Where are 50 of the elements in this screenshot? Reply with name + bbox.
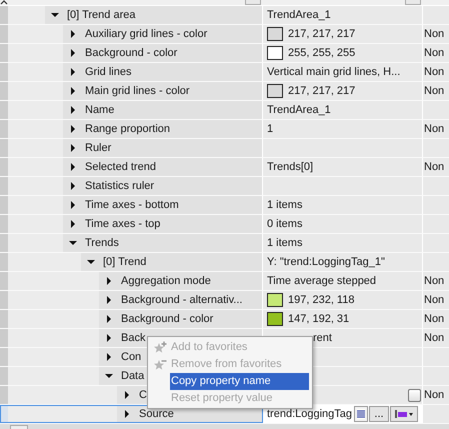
property-extra: Non: [424, 85, 444, 97]
property-name: [0] Trend: [103, 256, 146, 268]
property-value: 147, 192, 31: [288, 313, 350, 325]
property-value: Y: "trend:LoggingTag_1": [267, 256, 385, 268]
property-extra: Non: [424, 332, 444, 344]
property-name: Grid lines: [85, 66, 132, 78]
property-name: Ruler: [85, 142, 112, 154]
property-value: 1 items: [267, 199, 302, 211]
property-value: trend:LoggingTag: [267, 408, 352, 420]
property-name: Time axes - top: [85, 218, 160, 230]
property-name: Selected trend: [85, 161, 156, 173]
property-extra: Non: [424, 123, 444, 135]
property-value: Trends[0]: [267, 161, 314, 173]
property-name: Source: [139, 408, 174, 420]
property-value: 255, 255, 255: [288, 47, 356, 59]
property-name: [0] Trend area: [67, 9, 136, 21]
property-value: Time average stepped: [267, 275, 376, 287]
property-value: Vertical main grid lines, H...: [267, 66, 400, 78]
property-name: Auxiliary grid lines - color: [85, 28, 208, 40]
property-extra: Non: [424, 47, 444, 59]
property-extra: Non: [424, 389, 444, 401]
property-name: Range proportion: [85, 123, 170, 135]
property-extra: Non: [424, 294, 444, 306]
property-value: 197, 232, 118: [288, 294, 354, 306]
property-value: 217, 217, 217: [288, 85, 356, 97]
property-extra: Non: [424, 161, 444, 173]
property-name: Time axes - bottom: [85, 199, 179, 211]
property-extra: Non: [424, 66, 444, 78]
property-name: Back: [121, 332, 146, 344]
property-extra: Non: [424, 28, 444, 40]
property-value: 1: [267, 123, 274, 135]
property-value: 217, 217, 217: [288, 28, 356, 40]
property-value: TrendArea_1: [267, 9, 331, 21]
property-extra: Non: [424, 313, 444, 325]
property-name: Statistics ruler: [85, 180, 154, 192]
property-name: Background - alternativ...: [121, 294, 242, 306]
property-name: Con: [121, 351, 142, 363]
property-name: Aggregation mode: [121, 275, 211, 287]
property-name: Name: [85, 104, 114, 116]
property-name: C: [139, 389, 147, 401]
property-name: Data: [121, 370, 144, 382]
property-value: TrendArea_1: [267, 104, 331, 116]
property-name: Background - color: [121, 313, 214, 325]
property-value: 1 items: [267, 237, 302, 249]
property-value: rent: [313, 332, 332, 344]
property-extra: Non: [424, 275, 444, 287]
property-value: 0 items: [267, 218, 302, 230]
property-name: Background - color: [85, 47, 178, 59]
property-name: Trends: [85, 237, 119, 249]
property-name: Main grid lines - color: [85, 85, 190, 97]
